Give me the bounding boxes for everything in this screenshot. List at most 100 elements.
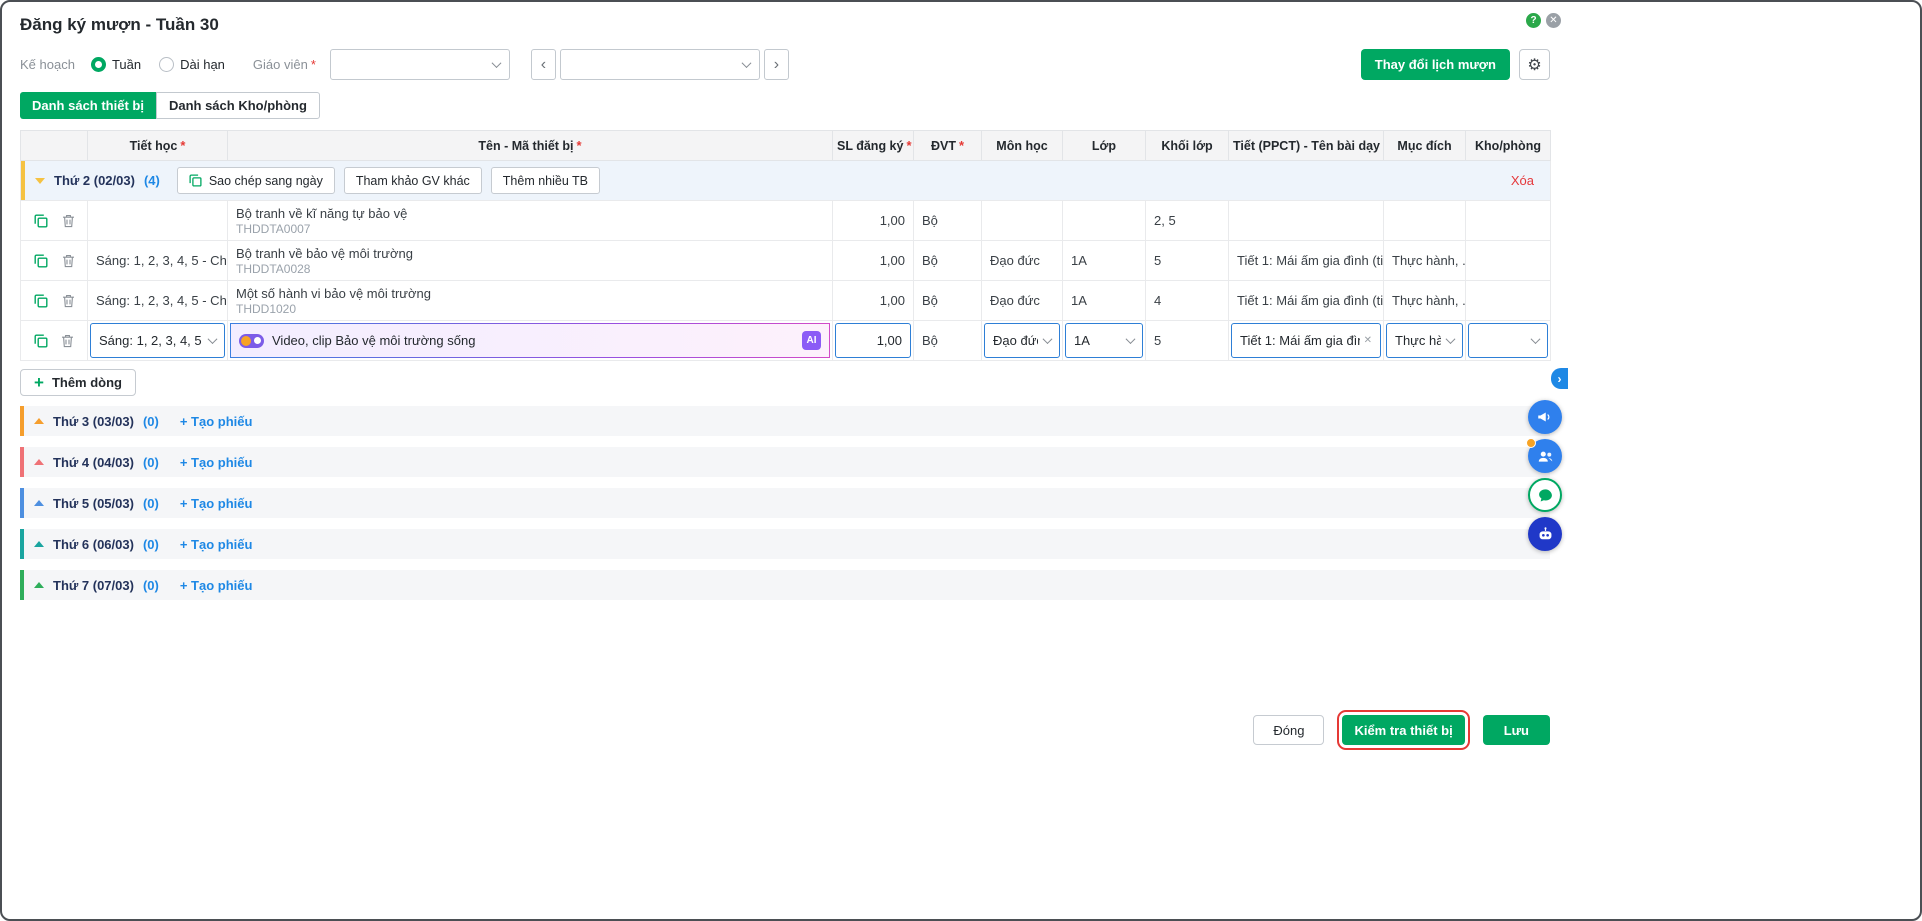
day-group-count: (4)	[144, 173, 160, 188]
day-group-label: Thứ 2 (02/03)	[54, 173, 135, 188]
expand-arrow-icon[interactable]	[34, 541, 44, 547]
device-row: Sáng: 1, 2, 3, 4, 5 - Chiề... Một số hàn…	[21, 281, 1551, 321]
users-icon	[1536, 447, 1555, 466]
robot-icon	[1536, 525, 1555, 544]
trash-icon[interactable]	[61, 334, 74, 348]
announcement-fab[interactable]	[1528, 400, 1562, 434]
subject-select[interactable]: Đạo đức	[984, 323, 1060, 358]
period-select[interactable]: Sáng: 1, 2, 3, 4, 5 - ...	[90, 323, 225, 358]
col-grade: Khối lớp	[1146, 131, 1229, 161]
duplicate-row-icon[interactable]	[34, 254, 48, 268]
quantity-cell: 1,00	[833, 241, 914, 281]
tab-device-list[interactable]: Danh sách thiết bị	[20, 92, 156, 119]
side-panel-toggle[interactable]: ›	[1551, 368, 1568, 389]
device-name-cell: Bộ tranh về bảo vệ môi trường THDDTA0028	[228, 241, 833, 281]
lesson-input[interactable]: Tiết 1: Mái ấm gia đình ✕	[1231, 323, 1381, 358]
radio-week[interactable]: Tuần	[91, 57, 141, 72]
grade-cell: 2, 5	[1146, 201, 1229, 241]
day-bar-wednesday[interactable]: Thứ 4 (04/03) (0) + Tạo phiếu	[20, 447, 1550, 477]
duplicate-row-icon[interactable]	[34, 334, 48, 348]
required-asterisk: *	[311, 57, 316, 72]
device-name: Bộ tranh về kĩ năng tự bảo vệ	[236, 205, 824, 222]
tab-warehouse-list[interactable]: Danh sách Kho/phòng	[156, 92, 320, 119]
col-actions	[21, 131, 88, 161]
copy-to-day-button[interactable]: Sao chép sang ngày	[177, 167, 335, 194]
class-cell	[1063, 201, 1146, 241]
week-navigator: ‹ ›	[531, 49, 789, 80]
quantity-input[interactable]: 1,00	[835, 323, 911, 358]
subject-cell	[982, 201, 1063, 241]
expand-arrow-icon[interactable]	[34, 500, 44, 506]
add-multiple-devices-button[interactable]: Thêm nhiều TB	[491, 167, 600, 194]
col-purpose: Mục đích	[1384, 131, 1466, 161]
day-group-monday: Thứ 2 (02/03) (4) Sao chép sang ngày Tha…	[21, 161, 1550, 200]
megaphone-icon	[1536, 408, 1554, 426]
create-ticket-link[interactable]: + Tạo phiếu	[180, 496, 253, 511]
radio-longterm[interactable]: Dài hạn	[159, 57, 225, 72]
trash-icon[interactable]	[62, 254, 75, 268]
purpose-cell	[1384, 201, 1466, 241]
duplicate-row-icon[interactable]	[34, 294, 48, 308]
next-week-button[interactable]: ›	[764, 49, 789, 80]
create-ticket-link[interactable]: + Tạo phiếu	[180, 578, 253, 593]
day-bar-friday[interactable]: Thứ 6 (06/03) (0) + Tạo phiếu	[20, 529, 1550, 559]
device-code: THDDTA0007	[236, 222, 824, 237]
tab-bar: Danh sách thiết bị Danh sách Kho/phòng	[20, 92, 1550, 119]
col-period: Tiết học*	[88, 131, 228, 161]
check-device-button[interactable]: Kiểm tra thiết bị	[1342, 715, 1464, 745]
teacher-select[interactable]	[330, 49, 510, 80]
expand-arrow-icon[interactable]	[34, 418, 44, 424]
create-ticket-link[interactable]: + Tạo phiếu	[180, 455, 253, 470]
device-name: Một số hành vi bảo vệ môi trường	[236, 285, 824, 302]
day-group-header-row: Thứ 2 (02/03) (4) Sao chép sang ngày Tha…	[21, 161, 1551, 201]
purpose-cell: Thực hành, ...	[1384, 281, 1466, 321]
device-table: Tiết học* Tên - Mã thiết bị* SL đăng ký*…	[20, 130, 1551, 361]
plus-icon: +	[34, 374, 44, 391]
class-select[interactable]: 1A	[1065, 323, 1143, 358]
grade-cell: 4	[1146, 281, 1229, 321]
create-ticket-link[interactable]: + Tạo phiếu	[180, 537, 253, 552]
delete-day-link[interactable]: Xóa	[1511, 173, 1534, 188]
community-fab[interactable]	[1528, 439, 1562, 473]
add-row-button[interactable]: + Thêm dòng	[20, 369, 136, 396]
device-name-cell: Một số hành vi bảo vệ môi trường THDD102…	[228, 281, 833, 321]
day-bar-saturday[interactable]: Thứ 7 (07/03) (0) + Tạo phiếu	[20, 570, 1550, 600]
close-button[interactable]: Đóng	[1253, 715, 1324, 745]
assistant-fab[interactable]	[1528, 517, 1562, 551]
close-icon[interactable]: ✕	[1546, 13, 1561, 28]
unit-cell: Bộ	[914, 321, 982, 361]
chat-fab[interactable]	[1528, 478, 1562, 512]
day-count: (0)	[143, 455, 159, 470]
help-icon[interactable]: ?	[1526, 13, 1541, 28]
settings-gear-button[interactable]: ⚙	[1519, 49, 1550, 80]
purpose-select[interactable]: Thực hà...	[1386, 323, 1463, 358]
day-bar-thursday[interactable]: Thứ 5 (05/03) (0) + Tạo phiếu	[20, 488, 1550, 518]
chevron-down-icon	[741, 58, 751, 68]
grade-cell: 5	[1146, 321, 1229, 361]
day-bar-tuesday[interactable]: Thứ 3 (03/03) (0) + Tạo phiếu	[20, 406, 1550, 436]
collapse-arrow-icon[interactable]	[35, 178, 45, 184]
prev-week-button[interactable]: ‹	[531, 49, 556, 80]
expand-arrow-icon[interactable]	[34, 459, 44, 465]
consult-other-teachers-button[interactable]: Tham khảo GV khác	[344, 167, 482, 194]
device-code: THDDTA0028	[236, 262, 824, 277]
save-button[interactable]: Lưu	[1483, 715, 1550, 745]
chevron-down-icon	[491, 58, 501, 68]
room-select[interactable]	[1468, 323, 1548, 358]
week-select[interactable]	[560, 49, 760, 80]
page-title: Đăng ký mượn - Tuần 30	[20, 15, 1550, 35]
class-cell: 1A	[1063, 241, 1146, 281]
subject-cell: Đạo đức	[982, 281, 1063, 321]
device-row: Bộ tranh về kĩ năng tự bảo vệ THDDTA0007…	[21, 201, 1551, 241]
change-schedule-button[interactable]: Thay đổi lịch mượn	[1361, 49, 1510, 80]
device-name-input[interactable]: Video, clip Bảo vệ môi trường sống AI	[230, 323, 830, 358]
clear-icon[interactable]: ✕	[1364, 335, 1372, 346]
radio-longterm-control	[159, 57, 174, 72]
expand-arrow-icon[interactable]	[34, 582, 44, 588]
device-row-editing: Sáng: 1, 2, 3, 4, 5 - ... Video, clip Bả…	[21, 321, 1551, 361]
ai-badge[interactable]: AI	[802, 331, 821, 350]
create-ticket-link[interactable]: + Tạo phiếu	[180, 414, 253, 429]
duplicate-row-icon[interactable]	[34, 214, 48, 228]
trash-icon[interactable]	[62, 294, 75, 308]
trash-icon[interactable]	[62, 214, 75, 228]
